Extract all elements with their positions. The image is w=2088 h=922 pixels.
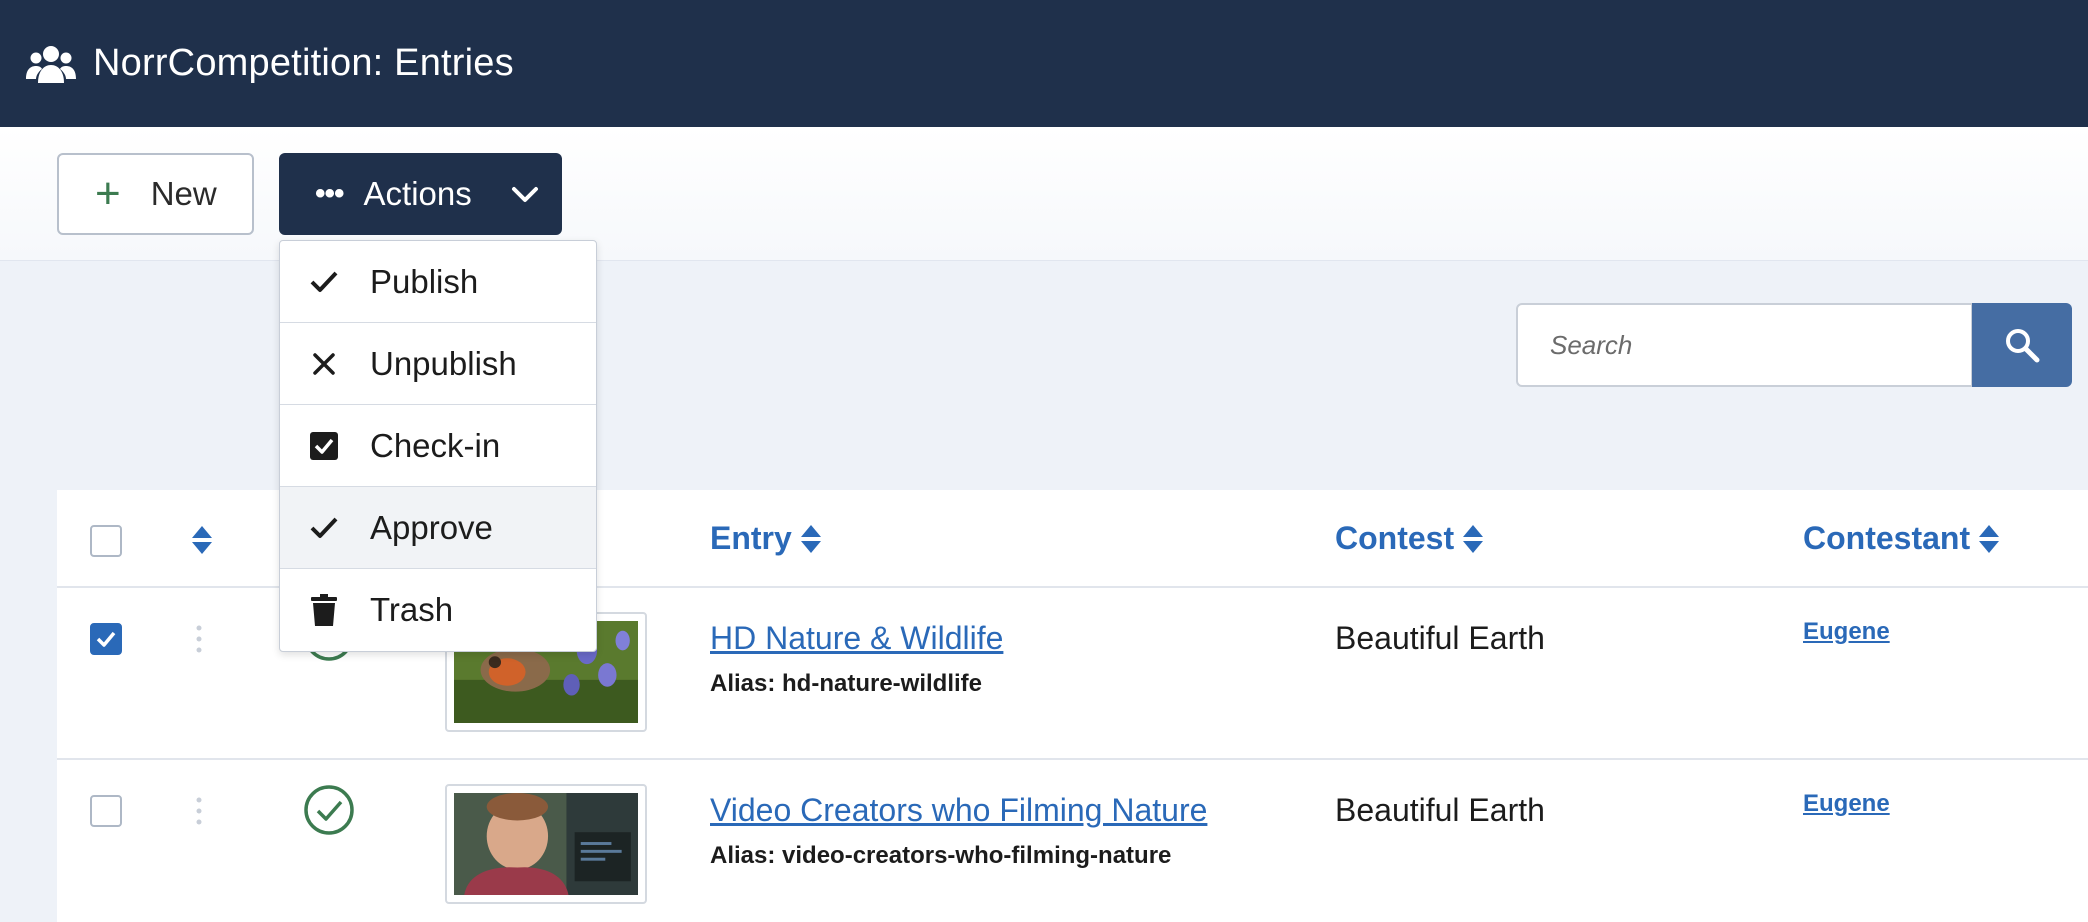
contestant-link[interactable]: Eugene <box>1803 618 1890 646</box>
column-header-label: Contestant <box>1803 520 1971 556</box>
search-button[interactable] <box>1972 303 2072 387</box>
plus-icon: + <box>95 169 121 218</box>
column-header-contest[interactable]: Contest <box>1335 520 1484 557</box>
checkbox-checked-icon <box>308 430 340 462</box>
users-icon <box>26 45 76 83</box>
page-header: NorrCompetition: Entries <box>0 0 2088 127</box>
entry-thumbnail[interactable] <box>445 784 647 904</box>
check-icon <box>308 266 340 298</box>
menu-item-label: Trash <box>370 591 454 628</box>
sort-icon <box>1463 524 1484 553</box>
ellipsis-icon: ••• <box>315 177 344 210</box>
published-status-icon[interactable] <box>303 784 355 836</box>
sort-icon <box>800 524 821 553</box>
entry-title-link[interactable]: Video Creators who Filming Nature <box>710 792 1207 829</box>
entry-alias: Alias: hd-nature-wildlife <box>710 670 983 697</box>
column-header-entry[interactable]: Entry <box>710 520 822 557</box>
new-button-label: New <box>150 175 217 212</box>
sort-icon[interactable] <box>191 525 213 555</box>
drag-handle-icon[interactable] <box>195 624 203 654</box>
row-checkbox[interactable] <box>90 795 122 827</box>
page-title: NorrCompetition: Entries <box>93 42 514 84</box>
select-all-checkbox[interactable] <box>90 525 122 557</box>
actions-menu: Publish Unpublish Check-in Approve Trash <box>279 240 597 652</box>
menu-item-publish[interactable]: Publish <box>280 241 596 323</box>
person-photo-image <box>454 793 638 895</box>
drag-handle-icon[interactable] <box>195 796 203 826</box>
entry-alias: Alias: video-creators-who-filming-nature <box>710 842 1172 869</box>
actions-dropdown-button[interactable]: ••• Actions <box>279 153 562 235</box>
table-row: Video Creators who Filming Nature Alias:… <box>57 760 2088 922</box>
row-checkbox[interactable] <box>90 623 122 655</box>
menu-item-label: Approve <box>370 508 493 546</box>
sort-icon <box>1979 524 2000 553</box>
trash-icon <box>308 594 340 626</box>
contest-name: Beautiful Earth <box>1335 620 1545 656</box>
search-input[interactable]: Search <box>1516 303 1973 387</box>
menu-item-trash[interactable]: Trash <box>280 569 596 651</box>
menu-item-label: Unpublish <box>370 344 517 382</box>
entry-title-link[interactable]: HD Nature & Wildlife <box>710 620 1003 657</box>
actions-button-label: Actions <box>363 175 472 212</box>
column-header-label: Entry <box>710 520 792 556</box>
menu-item-approve[interactable]: Approve <box>280 487 596 569</box>
menu-item-unpublish[interactable]: Unpublish <box>280 323 596 405</box>
chevron-down-icon <box>512 187 538 202</box>
column-header-contestant[interactable]: Contestant <box>1803 520 2000 557</box>
close-icon <box>308 348 340 380</box>
column-header-label: Contest <box>1335 520 1455 556</box>
contestant-link[interactable]: Eugene <box>1803 790 1890 818</box>
menu-item-check-in[interactable]: Check-in <box>280 405 596 487</box>
contest-name: Beautiful Earth <box>1335 792 1545 828</box>
check-icon <box>308 512 340 544</box>
new-button[interactable]: + New <box>57 153 254 235</box>
menu-item-label: Publish <box>370 262 479 300</box>
search-placeholder: Search <box>1550 329 1633 360</box>
search-icon <box>2006 329 2040 363</box>
menu-item-label: Check-in <box>370 426 501 464</box>
